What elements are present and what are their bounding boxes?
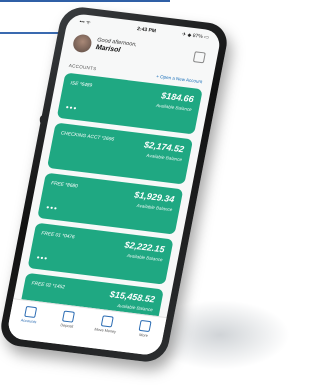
account-list: ISE *6489 $184.66 Available Balance ••• … <box>17 72 203 340</box>
account-name: FREE 01 *0476 <box>40 231 75 241</box>
grid-icon <box>138 319 152 333</box>
tab-label: Move Money <box>93 327 117 334</box>
tab-label: Deposit <box>60 323 74 329</box>
deposit-icon <box>62 310 76 323</box>
accounts-title: ACCOUNTS <box>68 62 97 72</box>
tab-label: Accounts <box>20 318 37 325</box>
more-dots[interactable]: ••• <box>36 253 49 263</box>
accounts-icon <box>23 305 37 318</box>
tab-move-money[interactable]: Move Money <box>88 314 125 335</box>
account-balance: $2,222.15 <box>123 239 166 255</box>
carrier-signal: ••• ᯤ <box>78 19 92 27</box>
more-dots[interactable]: ••• <box>46 203 59 213</box>
transfer-icon <box>100 315 114 328</box>
tab-more[interactable]: More <box>126 319 163 340</box>
account-balance: $1,929.34 <box>133 189 176 205</box>
balance-label: Available Balance <box>155 102 193 113</box>
account-balance: $184.66 <box>160 90 195 105</box>
balance-label: Available Balance <box>145 152 183 163</box>
open-account-link[interactable]: + Open a New Account <box>156 74 203 85</box>
tab-label: More <box>138 332 149 338</box>
balance-label: Available Balance <box>136 202 173 213</box>
header-rule <box>0 0 170 34</box>
account-name: CHECKING ACCT *2696 <box>60 131 115 143</box>
account-balance: $2,174.52 <box>143 139 185 155</box>
account-name: FREE *8680 <box>50 181 78 190</box>
tab-accounts[interactable]: Accounts <box>11 304 48 325</box>
tab-deposit[interactable]: Deposit <box>50 309 87 330</box>
account-name: FREE 02 *1452 <box>31 281 66 291</box>
battery-indicator: ✈ ◆ 87% ▭ <box>181 31 210 41</box>
account-balance: $15,458.52 <box>109 289 156 305</box>
status-time: 2:43 PM <box>136 26 157 35</box>
avatar[interactable] <box>71 33 94 54</box>
logout-icon[interactable] <box>192 51 206 64</box>
more-dots[interactable]: ••• <box>65 103 78 113</box>
balance-label: Available Balance <box>126 252 163 263</box>
account-name: ISE *6489 <box>69 81 93 89</box>
